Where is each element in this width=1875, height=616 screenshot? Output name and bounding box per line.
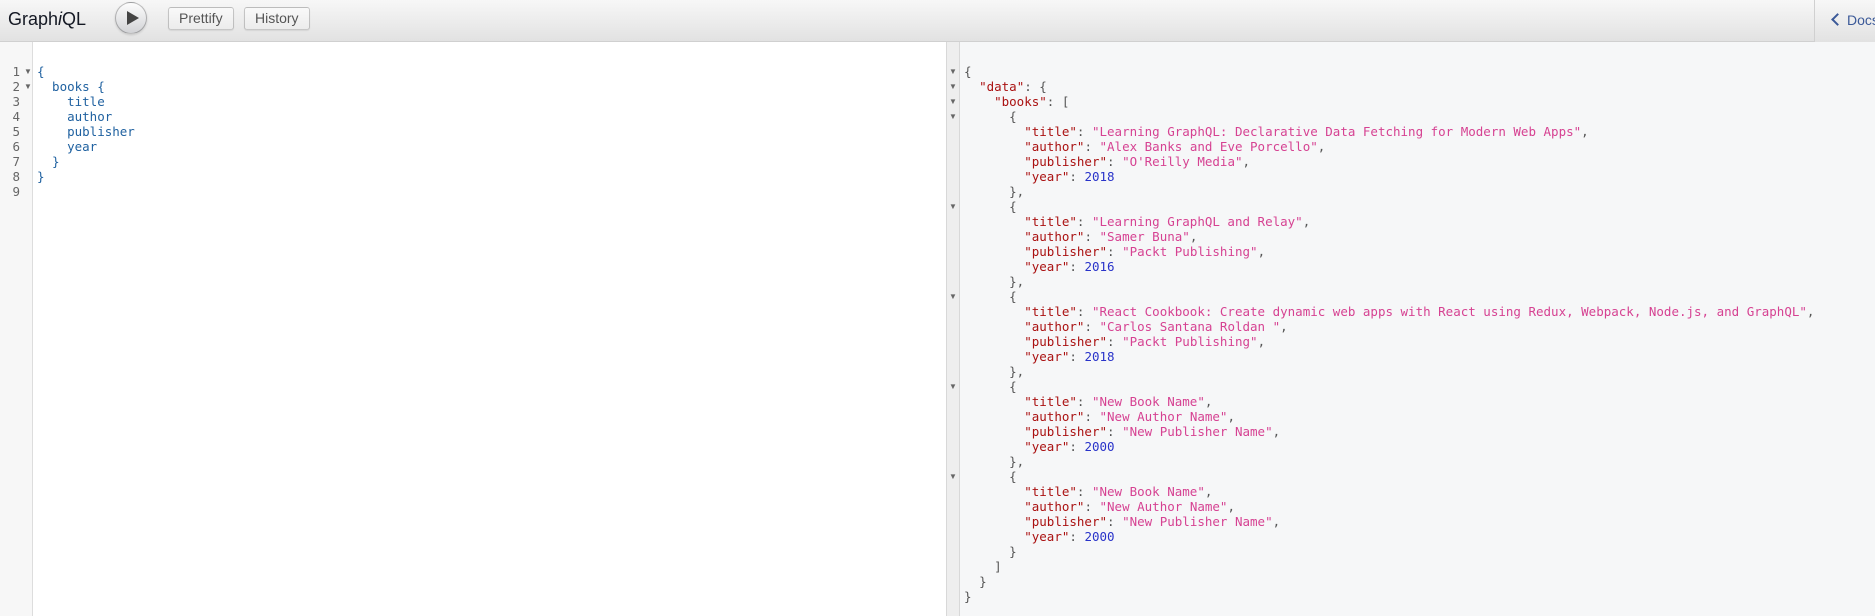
json-line: "publisher": "New Publisher Name", [1024, 424, 1281, 439]
app-title: GraphiQL [8, 9, 86, 30]
book-year: 2000 [1084, 529, 1115, 544]
fold-arrow-icon[interactable]: ▼ [949, 469, 957, 484]
json-line: } [964, 589, 972, 604]
fold-arrow-icon[interactable]: ▼ [949, 64, 957, 79]
json-line: { [1009, 469, 1017, 484]
fold-arrow-icon[interactable]: ▼ [949, 79, 957, 94]
json-line: "publisher": "Packt Publishing", [1024, 334, 1266, 349]
fold-arrow-icon[interactable]: ▼ [949, 289, 957, 304]
json-line: "data": { [979, 79, 1047, 94]
history-button[interactable]: History [244, 7, 310, 30]
json-line: { [1009, 289, 1017, 304]
book-year: 2018 [1084, 349, 1115, 364]
line-number: 7 [12, 154, 20, 169]
toolbar: GraphiQL Prettify History Docs [0, 0, 1875, 42]
line-number: 6 [12, 139, 20, 154]
chevron-left-icon [1831, 13, 1844, 26]
query-line: } [37, 169, 45, 184]
json-line: { [1009, 109, 1017, 124]
docs-button[interactable]: Docs [1814, 0, 1875, 42]
json-line: "books": [ [994, 94, 1070, 109]
result-viewer: ▼ ▼ ▼ ▼ ▼ ▼ ▼ ▼ { "data": { "books": [ {… [949, 42, 1875, 616]
book-title: Learning GraphQL: Declarative Data Fetch… [1099, 124, 1574, 139]
query-line: books { [37, 79, 105, 94]
play-icon [127, 11, 139, 25]
json-line: { [964, 64, 972, 79]
book-title: New Book Name [1099, 484, 1198, 499]
line-number: 2 [12, 79, 20, 94]
book-author: New Author Name [1107, 499, 1220, 514]
fold-arrow-icon[interactable]: ▼ [949, 109, 957, 124]
json-line: "title": "Learning GraphQL and Relay", [1024, 214, 1311, 229]
app-title-part: QL [62, 9, 87, 29]
query-line: publisher [37, 124, 135, 139]
book-author: Alex Banks and Eve Porcello [1107, 139, 1311, 154]
json-line: "year": 2018 [1024, 349, 1115, 364]
prettify-button[interactable]: Prettify [168, 7, 234, 30]
line-number: 9 [12, 184, 20, 199]
book-author: New Author Name [1107, 409, 1220, 424]
json-line: { [1009, 379, 1017, 394]
json-line: "publisher": "Packt Publishing", [1024, 244, 1266, 259]
pane-resize-handle[interactable] [946, 42, 960, 616]
json-line: "title": "New Book Name", [1024, 484, 1213, 499]
json-line: }, [1009, 274, 1025, 289]
book-author: Carlos Santana Roldan [1107, 319, 1273, 334]
book-title: React Cookbook: Create dynamic web apps … [1099, 304, 1800, 319]
json-line: "title": "React Cookbook: Create dynamic… [1024, 304, 1815, 319]
query-editor[interactable]: ▼ ▼ 1 2 3 4 5 6 7 8 9 { books { title au… [0, 42, 946, 616]
json-line: "publisher": "O'Reilly Media", [1024, 154, 1251, 169]
json-line: "author": "Samer Buna", [1024, 229, 1198, 244]
book-publisher: New Publisher Name [1129, 424, 1266, 439]
execute-query-button[interactable] [115, 2, 147, 34]
query-line: author [37, 109, 113, 124]
book-year: 2000 [1084, 439, 1115, 454]
json-line: "author": "Alex Banks and Eve Porcello", [1024, 139, 1326, 154]
query-line: year [37, 139, 98, 154]
json-line: "title": "New Book Name", [1024, 394, 1213, 409]
line-number: 8 [12, 169, 20, 184]
book-author: Samer Buna [1107, 229, 1183, 244]
json-line: }, [1009, 454, 1025, 469]
json-line: } [1009, 544, 1017, 559]
docs-label: Docs [1847, 12, 1875, 28]
book-publisher: O'Reilly Media [1129, 154, 1235, 169]
query-line: } [37, 154, 60, 169]
book-year: 2018 [1084, 169, 1115, 184]
query-line: title [37, 94, 105, 109]
book-publisher: Packt Publishing [1129, 244, 1251, 259]
fold-arrow-icon[interactable]: ▼ [949, 94, 957, 109]
book-publisher: Packt Publishing [1129, 334, 1251, 349]
fold-arrow-icon[interactable]: ▼ [949, 379, 957, 394]
json-line: "title": "Learning GraphQL: Declarative … [1024, 124, 1589, 139]
json-line: ] [994, 559, 1002, 574]
query-line: { [37, 64, 45, 79]
json-line: "author": "New Author Name", [1024, 499, 1235, 514]
line-number: 3 [12, 94, 20, 109]
json-line: "year": 2000 [1024, 439, 1115, 454]
json-line: }, [1009, 364, 1025, 379]
json-line: "year": 2018 [1024, 169, 1115, 184]
fold-arrow-icon[interactable]: ▼ [949, 199, 957, 214]
json-line: "author": "Carlos Santana Roldan ", [1024, 319, 1288, 334]
json-line: "year": 2000 [1024, 529, 1115, 544]
fold-arrow-icon[interactable]: ▼ [24, 64, 32, 79]
book-title: New Book Name [1099, 394, 1198, 409]
json-line: }, [1009, 184, 1025, 199]
book-publisher: New Publisher Name [1129, 514, 1266, 529]
json-line: "publisher": "New Publisher Name", [1024, 514, 1281, 529]
book-title: Learning GraphQL and Relay [1099, 214, 1296, 229]
json-line: "year": 2016 [1024, 259, 1115, 274]
line-number: 1 [12, 64, 20, 79]
json-line: } [979, 574, 987, 589]
line-number: 5 [12, 124, 20, 139]
fold-arrow-icon[interactable]: ▼ [24, 79, 32, 94]
json-line: { [1009, 199, 1017, 214]
line-number: 4 [12, 109, 20, 124]
json-line: "author": "New Author Name", [1024, 409, 1235, 424]
app-title-part: Graph [8, 9, 59, 29]
book-year: 2016 [1084, 259, 1115, 274]
